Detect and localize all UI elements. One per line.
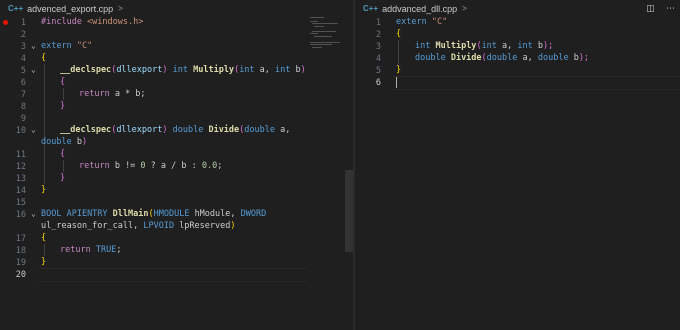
- current-line-highlight: [38, 268, 307, 282]
- scrollbar-thumb[interactable]: [345, 170, 353, 252]
- code-line: {: [60, 77, 66, 87]
- minimap[interactable]: [310, 17, 344, 57]
- code-line: {: [41, 233, 47, 243]
- indent-guide: [63, 160, 64, 172]
- code-line-wrapped: ul_reason_for_call, LPVOID lpReserved): [41, 221, 236, 231]
- code-editor[interactable]: extern "C" { int Multiply(int a, int b);…: [355, 0, 680, 330]
- code-line: }: [396, 65, 402, 75]
- code-line: {: [60, 149, 66, 159]
- code-line-wrapped: double b): [41, 137, 88, 147]
- current-line-highlight: [393, 76, 680, 90]
- code-line: return a * b;: [79, 89, 146, 99]
- code-line: }: [60, 101, 66, 111]
- indent-guide: [63, 88, 64, 100]
- indent-guide: [44, 64, 45, 184]
- left-editor-pane[interactable]: C++ advenced_export.cpp > 1 2 3 4 5 6 7 8 9 10 11 1…: [0, 0, 353, 330]
- code-line: extern "C": [41, 41, 93, 51]
- indent-guide: [44, 244, 45, 256]
- code-line: return b != 0 ? a / b : 0.0;: [79, 161, 223, 171]
- right-editor-pane[interactable]: C++ addvanced_dll.cpp > ◫ ⋯ 123456 exter…: [355, 0, 680, 330]
- code-editor[interactable]: #include <windows.h> extern "C" { __decl…: [0, 0, 353, 330]
- text-cursor: [396, 77, 397, 88]
- code-line: return TRUE;: [60, 245, 122, 255]
- code-line: extern "C": [396, 17, 448, 27]
- code-line: }: [60, 173, 66, 183]
- code-line: __declspec(dllexport) double Divide(doub…: [60, 125, 291, 135]
- code-line: #include <windows.h>: [41, 17, 144, 27]
- code-line: }: [41, 185, 47, 195]
- code-line: double Divide(double a, double b);: [415, 53, 590, 63]
- code-line: BOOL APIENTRY DllMain(HMODULE hModule, D…: [41, 209, 267, 219]
- code-line: }: [41, 257, 47, 267]
- code-line: __declspec(dllexport) int Multiply(int a…: [60, 65, 306, 75]
- code-line: {: [41, 53, 47, 63]
- indent-guide: [398, 40, 399, 64]
- code-line: {: [396, 29, 402, 39]
- code-line: int Multiply(int a, int b);: [415, 41, 554, 51]
